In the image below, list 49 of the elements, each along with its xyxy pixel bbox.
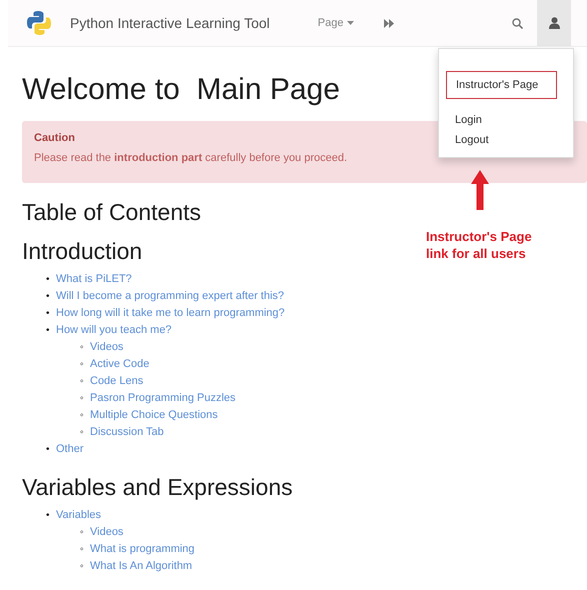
toc-link[interactable]: What is programming xyxy=(90,541,195,558)
bullet-marker: • xyxy=(46,307,51,321)
bullet-marker: ◦ xyxy=(80,543,85,557)
toc-link[interactable]: Videos xyxy=(90,524,124,541)
fast-forward-icon[interactable] xyxy=(384,18,394,28)
toc-link[interactable]: What is PiLET? xyxy=(56,271,132,288)
toc-link[interactable]: Code Lens xyxy=(90,373,144,390)
caret-icon xyxy=(347,21,354,25)
toc-link[interactable]: Variables xyxy=(56,507,102,524)
page-title: Welcome to Main Page xyxy=(22,73,340,107)
toc-link[interactable]: Videos xyxy=(90,339,124,356)
search-icon[interactable] xyxy=(512,18,523,28)
toc-link[interactable]: How will you teach me? xyxy=(56,322,172,339)
arrow-annotation xyxy=(471,170,489,210)
bullet-marker: ◦ xyxy=(80,560,85,574)
toc-link[interactable]: Multiple Choice Questions xyxy=(90,407,218,424)
bullet-marker: • xyxy=(46,509,51,523)
section-heading: Introduction xyxy=(22,238,142,265)
user-icon xyxy=(548,17,560,29)
toc-link[interactable]: Discussion Tab xyxy=(90,424,164,441)
toc-link[interactable]: Active Code xyxy=(90,356,150,373)
bullet-marker: ◦ xyxy=(80,426,85,440)
menu-item[interactable]: Logout xyxy=(455,131,557,149)
bullet-marker: ◦ xyxy=(80,409,85,423)
menu-item[interactable]: Login xyxy=(455,111,557,129)
section-heading: Variables and Expressions xyxy=(22,474,293,501)
toc-link[interactable]: What Is An Algorithm xyxy=(90,558,192,575)
toc-link[interactable]: How long will it take me to learn programming? xyxy=(56,305,285,322)
annotation-text: Instructor's Page link for all users xyxy=(426,228,532,262)
bullet-marker: • xyxy=(46,443,51,457)
toc-link[interactable]: Other xyxy=(56,441,84,458)
toc-link[interactable]: Will I become a programming expert after this? xyxy=(56,288,284,305)
page-menu[interactable]: Page xyxy=(318,17,354,29)
alert-title: Caution xyxy=(34,132,75,144)
user-menu-button[interactable] xyxy=(537,0,571,46)
bullet-marker: ◦ xyxy=(80,375,85,389)
bullet-marker: ◦ xyxy=(80,392,85,406)
bullet-marker: • xyxy=(46,273,51,287)
menu-item[interactable]: Instructor's Page xyxy=(446,71,557,99)
python-logo-icon xyxy=(26,10,52,36)
alert-message: Please read the introduction part carefully before you proceed. xyxy=(34,152,348,164)
bullet-marker: ◦ xyxy=(80,358,85,372)
bullet-marker: ◦ xyxy=(80,526,85,540)
app-title: Python Interactive Learning Tool xyxy=(70,15,270,31)
bullet-marker: ◦ xyxy=(80,341,85,355)
bullet-marker: • xyxy=(46,290,51,304)
bullet-marker: • xyxy=(46,324,51,338)
section-heading: Table of Contents xyxy=(22,199,202,226)
toc-link[interactable]: Pasron Programming Puzzles xyxy=(90,390,236,407)
